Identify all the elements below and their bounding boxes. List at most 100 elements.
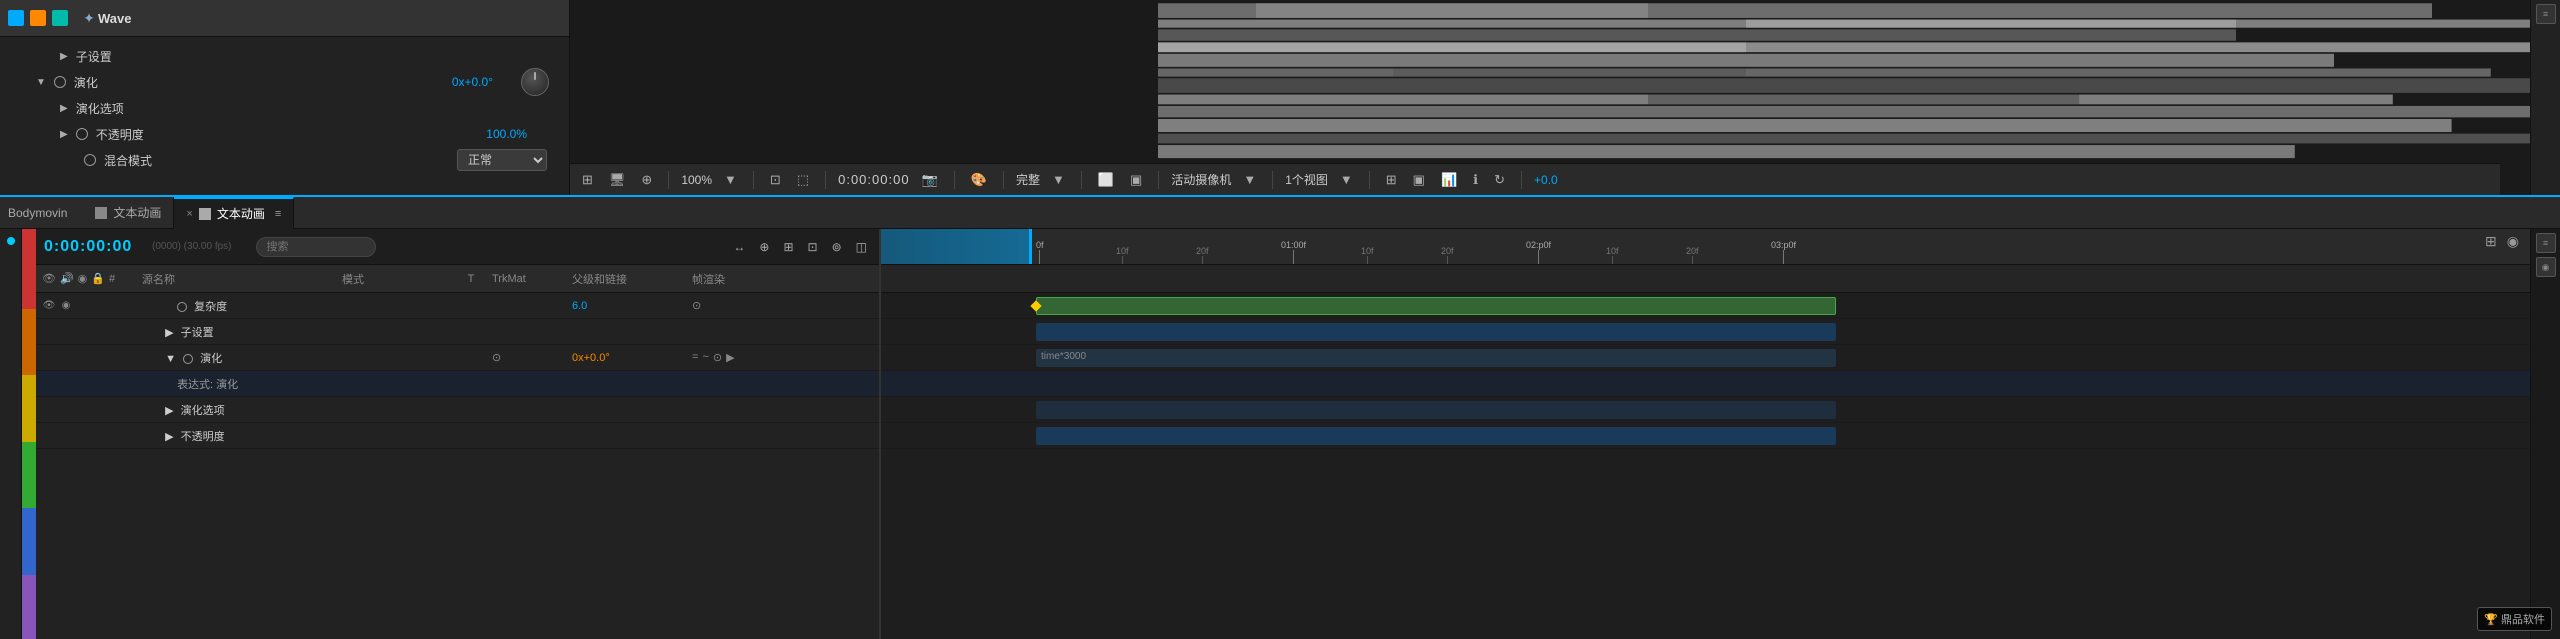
knob-evolution[interactable] — [521, 68, 549, 96]
screen-btn[interactable]: 🖥 — [605, 170, 630, 190]
render-btn[interactable]: ▣ — [1409, 170, 1429, 190]
edge-btn-1[interactable]: ≡ — [2536, 4, 2556, 24]
search-input[interactable] — [256, 237, 376, 257]
triangle-evolve-opts[interactable]: ▶ — [165, 405, 173, 417]
layer-name: Wave — [98, 11, 131, 26]
track-bar-complexity — [1036, 297, 1836, 315]
tab-label-2: 文本动画 — [217, 205, 265, 222]
color-bar-orange — [22, 309, 36, 375]
blue-icon — [8, 10, 24, 26]
graph-btn[interactable]: 📊 — [1437, 170, 1461, 190]
color-btn[interactable]: 🎨 — [967, 170, 991, 190]
triangle-evolution-options[interactable]: ▶ — [60, 103, 68, 114]
edge-btn-t2[interactable]: ◉ — [2536, 257, 2556, 277]
region2-btn[interactable]: ▣ — [1126, 170, 1146, 190]
blend-mode-select[interactable]: 正常 叠加 滤色 — [457, 149, 547, 171]
small-btn-1[interactable]: ⊞ — [2482, 233, 2500, 250]
label-blend-mode: 混合模式 — [104, 152, 152, 169]
tab-close-2[interactable]: × — [186, 208, 192, 220]
camera-dropdown[interactable]: ▼ — [1239, 170, 1260, 189]
col-icons: 👁 🔊 ◉ 🔒 # — [36, 272, 136, 285]
grid-btn[interactable]: ⊞ — [578, 170, 597, 190]
lock-icon: 🔒 — [91, 272, 105, 285]
sep3 — [825, 171, 826, 189]
timeline-icon-3[interactable]: ⊞ — [779, 238, 797, 256]
zoom-dropdown[interactable]: ▼ — [720, 170, 741, 189]
edge-btn-t1[interactable]: ≡ — [2536, 233, 2556, 253]
triangle-opacity[interactable]: ▶ — [60, 129, 68, 140]
col-t-header: T — [456, 273, 486, 285]
layer-props: ▶ 子设置 ▼ 演化 0x+0.0° ▶ 演化选项 — [0, 37, 569, 179]
refresh-btn[interactable]: ↻ — [1490, 170, 1509, 190]
view-dropdown[interactable]: ▼ — [1336, 170, 1357, 189]
preview-visualization — [570, 0, 2530, 163]
small-btn-2[interactable]: ◉ — [2504, 233, 2522, 250]
triangle-child-settings[interactable]: ▶ — [60, 51, 68, 62]
timeline-icon-6[interactable]: ◫ — [852, 238, 871, 256]
expr-circle[interactable]: ⊙ — [713, 351, 722, 364]
marker-20f-2: 20f — [1441, 246, 1454, 264]
layer-row-complexity[interactable]: 👁 ◉ 复杂度 6.0 ⊙ — [36, 293, 879, 319]
tab-text-animation-2[interactable]: × 文本动画 ≡ — [174, 197, 294, 229]
triangle-evolve[interactable]: ▼ — [165, 353, 176, 365]
region-btn[interactable]: ⬜ — [1094, 170, 1118, 190]
layer-row-evolve-opts[interactable]: ▶ 演化选项 — [36, 397, 879, 423]
timeline-ruler[interactable]: 0f 10f 20f 01:00f — [881, 229, 2530, 265]
info-btn[interactable]: ℹ — [1469, 170, 1482, 190]
safe-frame-btn[interactable]: ⬚ — [793, 170, 813, 190]
tool-icon[interactable]: ✦ — [80, 9, 98, 27]
right-edge-panel: ≡ — [2530, 0, 2560, 195]
expr-eq[interactable]: = — [692, 351, 698, 364]
expr-wave[interactable]: ~ — [702, 351, 708, 364]
brand-label: Bodymovin — [8, 206, 67, 220]
triangle-child[interactable]: ▶ — [165, 327, 173, 339]
ruler-ticks: 0f 10f 20f 01:00f — [881, 229, 2530, 264]
layer-row-child-settings[interactable]: ▶ 子设置 — [36, 319, 879, 345]
eye-toggle[interactable]: 👁 — [42, 299, 56, 313]
layer-row-opacity[interactable]: ▶ 不透明度 — [36, 423, 879, 449]
tab-text-animation-1[interactable]: 文本动画 — [83, 197, 174, 229]
timeline-icon-4[interactable]: ⊡ — [804, 238, 822, 256]
tab-bar: Bodymovin 文本动画 × 文本动画 ≡ — [0, 197, 2560, 229]
sep5 — [1003, 171, 1004, 189]
triangle-opacity-row[interactable]: ▶ — [165, 431, 173, 443]
tab-menu-icon[interactable]: ≡ — [275, 208, 281, 220]
layer-row-expression: 表达式: 演化 — [36, 371, 879, 397]
time-display: 0:00:00:00 — [44, 238, 144, 256]
layer-row-evolve[interactable]: ▼ 演化 ⊙ 0x+0.0° = ~ — [36, 345, 879, 371]
triangle-evolution[interactable]: ▼ — [36, 77, 46, 88]
quality-dropdown[interactable]: ▼ — [1048, 170, 1069, 189]
column-headers: 👁 🔊 ◉ 🔒 # 源名称 模式 T TrkMat — [36, 265, 879, 293]
layer-name-opacity: ▶ 不透明度 — [136, 428, 336, 444]
camera-icon-btn[interactable]: 📷 — [918, 170, 942, 190]
circle-opacity — [76, 128, 88, 140]
prop-row-child-settings: ▶ 子设置 — [12, 43, 557, 69]
audio-toggle[interactable]: ◉ — [59, 299, 73, 313]
parent-complexity: 6.0 — [566, 300, 686, 312]
parent-evolve: 0x+0.0° — [566, 352, 686, 364]
preview-canvas — [570, 0, 2530, 163]
timeline-icon-2[interactable]: ⊕ — [755, 238, 773, 256]
expr-play[interactable]: ▶ — [726, 351, 734, 364]
time-sub: (0000) (30.00 fps) — [152, 241, 232, 252]
timeline-icon-5[interactable]: ⊚ — [828, 238, 846, 256]
timeline-tracks: time*3000 — [881, 293, 2530, 639]
frame-btn[interactable]: ⊡ — [766, 170, 785, 190]
layer-icons — [8, 10, 68, 26]
evolve-extra-icon: ⊙ — [492, 352, 501, 364]
timeline-main: 0:00:00:00 (0000) (30.00 fps) ↔ ⊕ ⊞ ⊡ ⊚ … — [0, 229, 2560, 639]
prop-row-evolution: ▼ 演化 0x+0.0° — [12, 69, 557, 95]
label-evolution-options: 演化选项 — [76, 100, 124, 117]
sep1 — [668, 171, 669, 189]
ruler-header-extra: ⊞ ◉ — [881, 265, 2530, 293]
left-properties-panel: ✦ Wave ▶ 子设置 ▼ 演化 0x+0.0° — [0, 0, 570, 195]
mask-btn[interactable]: ⊕ — [637, 170, 656, 190]
preview-area: ⊞ 🖥 ⊕ 100% ▼ ⊡ ⬚ 0:00:00:00 📷 🎨 完整 ▼ ⬜ ▣… — [570, 0, 2530, 195]
expression-time-label: time*3000 — [1041, 351, 1086, 362]
circle-blend — [84, 154, 96, 166]
teal-icon — [52, 10, 68, 26]
snap-btn[interactable]: ⊞ — [1382, 170, 1401, 190]
timeline-icon-1[interactable]: ↔ — [729, 238, 749, 256]
row-controls-complexity: 👁 ◉ — [36, 299, 136, 313]
timecode-display: 0:00:00:00 — [838, 172, 909, 187]
